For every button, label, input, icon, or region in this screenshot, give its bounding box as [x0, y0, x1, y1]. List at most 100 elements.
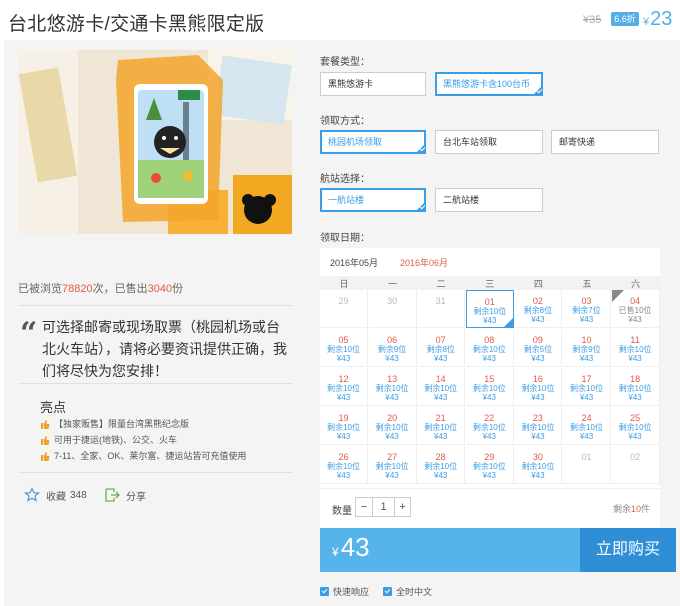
day-number: 31 — [435, 296, 446, 306]
badge-text: 全时中文 — [396, 587, 433, 597]
calendar-day[interactable]: 18 剩余10位 ¥43 — [611, 368, 660, 406]
day-number: 29 — [338, 296, 349, 306]
remain-suffix: 件 — [640, 504, 650, 514]
day-number: 06 — [387, 335, 398, 345]
highlight-item: 【独家贩售】限量台湾黑熊纪念版 — [40, 416, 246, 432]
calendar-day[interactable]: 12 剩余10位 ¥43 — [320, 368, 368, 406]
calendar-day[interactable]: 21 剩余10位 ¥43 — [417, 407, 466, 445]
seats-left: 剩余10位 — [375, 384, 409, 393]
calendar-day[interactable]: 13 剩余10位 ¥43 — [368, 368, 417, 406]
calendar-day[interactable]: 28 剩余10位 ¥43 — [417, 446, 466, 484]
terminal-label: 航站选择： — [320, 174, 370, 185]
badge-chinese-service: 全时中文 — [383, 585, 432, 598]
thumbs-up-icon — [41, 436, 50, 445]
day-number: 18 — [630, 374, 641, 384]
calendar-day[interactable]: 05 剩余10位 ¥43 — [320, 329, 368, 367]
highlights-title: 亮点 — [40, 400, 67, 415]
buy-now-button[interactable]: 立即购买 — [580, 528, 676, 572]
check-icon — [320, 587, 329, 596]
calendar-day[interactable]: 02 剩余8位 ¥43 — [514, 290, 563, 328]
currency-symbol: ¥ — [643, 16, 650, 28]
calendar-day[interactable]: 30 剩余10位 ¥43 — [514, 446, 563, 484]
calendar-day[interactable]: 23 剩余10位 ¥43 — [514, 407, 563, 445]
calendar-day[interactable]: 01 剩余10位 ¥43 — [465, 290, 514, 328]
month-tab-may[interactable]: 2016年05月 — [330, 256, 378, 269]
seats-left: 剩余10位 — [472, 423, 506, 432]
calendar-day[interactable]: 29 剩余10位 ¥43 — [465, 446, 514, 484]
day-price: ¥43 — [628, 393, 642, 402]
day-price: ¥43 — [579, 393, 594, 402]
quantity-minus-button[interactable]: − — [356, 498, 373, 516]
day-price: ¥43 — [628, 432, 642, 441]
day-number: 13 — [387, 374, 398, 384]
calendar-day[interactable]: 08 剩余10位 ¥43 — [465, 329, 514, 367]
day-number: 29 — [484, 452, 495, 462]
calendar-day[interactable]: 15 剩余10位 ¥43 — [465, 368, 514, 406]
views-count: 78820 — [62, 283, 93, 295]
day-price: ¥43 — [531, 315, 545, 324]
calendar-day[interactable]: 10 剩余9位 ¥43 — [563, 329, 611, 367]
pickup-option-airport[interactable]: 桃园机场领取 — [320, 130, 426, 154]
package-option-basic[interactable]: 黑熊悠游卡 — [320, 72, 426, 96]
stats-suffix: 份 — [172, 283, 184, 295]
option-text: 二航站楼 — [443, 195, 480, 205]
day-number: 05 — [338, 335, 349, 345]
discount-badge: 6.6折 — [611, 12, 639, 26]
terminal-option-1[interactable]: 一航站楼 — [320, 188, 426, 212]
seats-left: 剩余10位 — [375, 423, 409, 432]
calendar-day[interactable]: 17 剩余10位 ¥43 — [563, 368, 611, 406]
day-price: ¥43 — [336, 393, 351, 402]
day-price: ¥43 — [628, 354, 642, 363]
favorite-button[interactable]: 收藏 348 — [24, 487, 87, 503]
day-price: ¥43 — [385, 393, 399, 402]
share-label: 分享 — [126, 491, 146, 503]
day-number: 12 — [338, 374, 349, 384]
calendar-day[interactable]: 04 已售10位 ¥43 — [611, 290, 660, 328]
day-price: ¥43 — [482, 432, 496, 441]
day-number: 23 — [532, 413, 543, 423]
calendar-day[interactable]: 11 剩余10位 ¥43 — [611, 329, 660, 367]
package-option-with-100[interactable]: 黑熊悠游卡含100台币 — [435, 72, 543, 96]
seats-left: 剩余8位 — [523, 306, 553, 315]
day-number: 14 — [435, 374, 446, 384]
check-icon — [415, 201, 426, 212]
header: 台北悠游卡/交通卡黑熊限定版 ¥35 6.6折 ¥23 — [0, 0, 680, 40]
calendar-day[interactable]: 26 剩余10位 ¥43 — [320, 446, 368, 484]
calendar-day[interactable]: 07 剩余8位 ¥43 — [417, 329, 466, 367]
quantity-plus-button[interactable]: + — [394, 498, 410, 516]
calendar-day[interactable]: 14 剩余10位 ¥43 — [417, 368, 466, 406]
pickup-option-station[interactable]: 台北车站领取 — [435, 130, 543, 154]
product-photo[interactable] — [18, 50, 292, 234]
pickup-option-mail[interactable]: 邮寄快递 — [551, 130, 659, 154]
weekday-header: 日一二三四五六 — [320, 276, 660, 290]
calendar-day[interactable]: 09 剩余5位 ¥43 — [514, 329, 563, 367]
option-text: 黑熊悠游卡含100台币 — [443, 79, 531, 89]
seats-left: 剩余10位 — [327, 345, 360, 354]
remain-prefix: 剩余 — [612, 504, 631, 514]
calendar-day[interactable]: 24 剩余10位 ¥43 — [563, 407, 611, 445]
highlight-text: 7-11、全家、OK、莱尔富、捷运站皆可充值使用 — [54, 451, 247, 461]
day-number: 09 — [532, 335, 543, 345]
day-number: 20 — [387, 413, 398, 423]
calendar-day[interactable]: 25 剩余10位 ¥43 — [611, 407, 660, 445]
seats-left: 剩余10位 — [424, 384, 458, 393]
share-button[interactable]: 分享 — [104, 487, 146, 503]
month-tab-june[interactable]: 2016年06月 — [400, 256, 448, 269]
calendar-day[interactable]: 19 剩余10位 ¥43 — [320, 407, 368, 445]
favorite-count: 348 — [70, 489, 87, 501]
calendar-day[interactable]: 27 剩余10位 ¥43 — [368, 446, 417, 484]
terminal-option-2[interactable]: 二航站楼 — [435, 188, 543, 212]
day-price: ¥43 — [531, 471, 545, 480]
calendar-day[interactable]: 06 剩余9位 ¥43 — [368, 329, 417, 367]
quantity-input[interactable]: 1 — [373, 498, 394, 516]
weekday-label: 一 — [388, 279, 398, 289]
star-icon — [24, 487, 40, 502]
calendar-day[interactable]: 22 剩余10位 ¥43 — [465, 407, 514, 445]
stats-prefix: 已被浏览 — [18, 283, 62, 295]
day-price: ¥43 — [336, 354, 351, 363]
calendar-day[interactable]: 20 剩余10位 ¥43 — [368, 407, 417, 445]
seats-left: 剩余10位 — [521, 423, 555, 432]
sold-out-corner-icon — [611, 290, 624, 302]
calendar-day[interactable]: 03 剩余7位 ¥43 — [563, 290, 611, 328]
calendar-day[interactable]: 16 剩余10位 ¥43 — [514, 368, 563, 406]
